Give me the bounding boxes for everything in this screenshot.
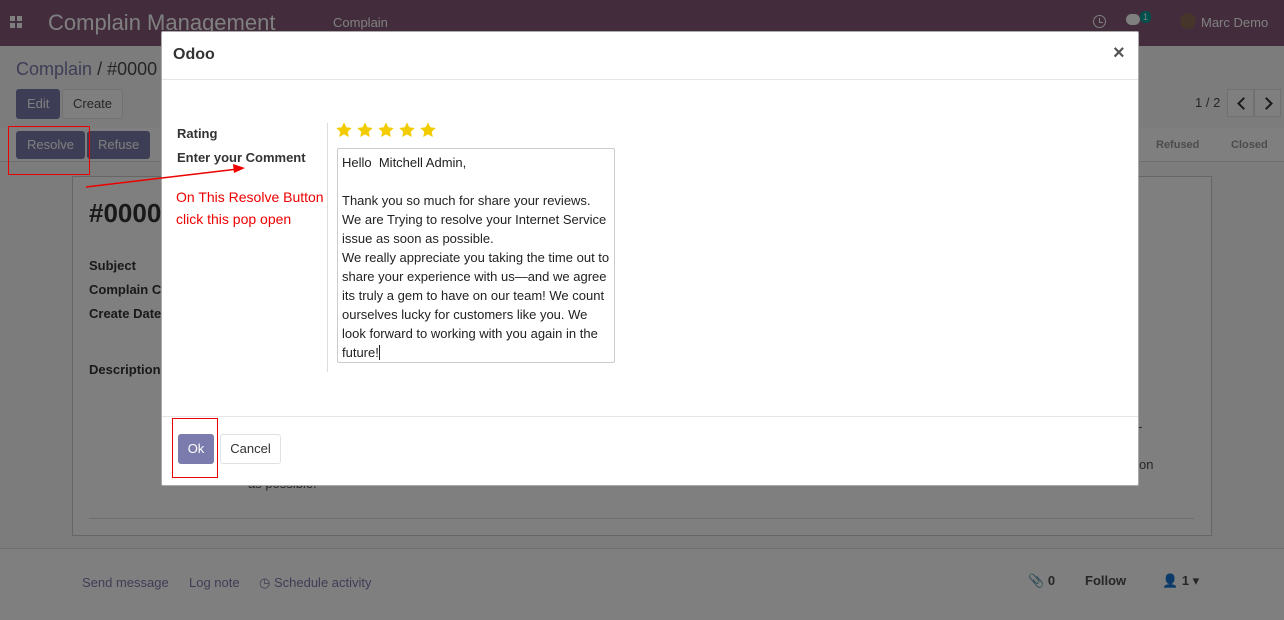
annotation-arrow [85, 164, 245, 188]
